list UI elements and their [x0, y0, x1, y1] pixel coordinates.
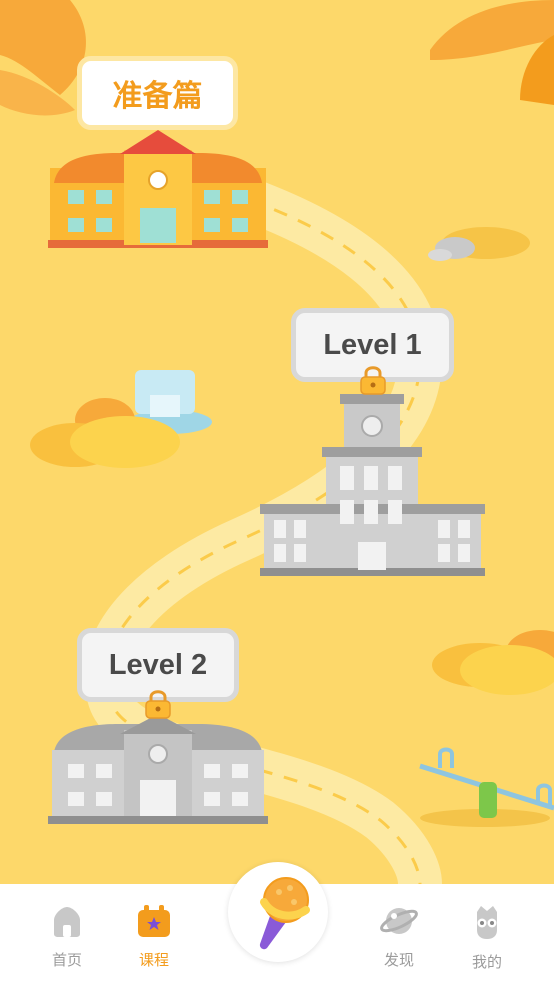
tab-mine-label: 我的 — [471, 953, 502, 971]
lock-icon — [360, 366, 386, 395]
tab-discover-label: 发现 — [383, 951, 414, 969]
school-building-prep[interactable] — [48, 128, 268, 253]
stage-label-text: Level 1 — [323, 328, 422, 361]
course-calendar-icon — [138, 905, 170, 937]
stage-label-text: 准备篇 — [112, 80, 203, 113]
tab-course-label: 课程 — [138, 951, 169, 969]
leaf-decoration-top-left — [0, 0, 87, 116]
owl-profile-icon — [477, 906, 497, 939]
stage-label-prep[interactable]: 准备篇 — [77, 56, 238, 130]
lock-icon — [145, 690, 171, 719]
tab-home-label: 首页 — [51, 951, 82, 969]
tab-course[interactable]: 课程 — [119, 904, 189, 970]
tab-mine[interactable]: 我的 — [452, 904, 522, 972]
leaf-decoration-top-right — [430, 0, 554, 105]
home-icon — [54, 907, 80, 937]
school-building-level-1[interactable] — [260, 392, 485, 577]
planet-icon — [380, 908, 418, 934]
course-map: 准备篇 Level 1 Level 2 — [0, 0, 554, 884]
school-building-level-2[interactable] — [48, 712, 268, 827]
microphone-icon — [259, 877, 310, 950]
seesaw-decoration — [419, 747, 554, 827]
center-mic-button[interactable] — [228, 862, 328, 962]
stage-label-text: Level 2 — [108, 648, 208, 681]
tab-home[interactable]: 首页 — [32, 904, 102, 970]
tab-discover[interactable]: 发现 — [364, 904, 434, 970]
